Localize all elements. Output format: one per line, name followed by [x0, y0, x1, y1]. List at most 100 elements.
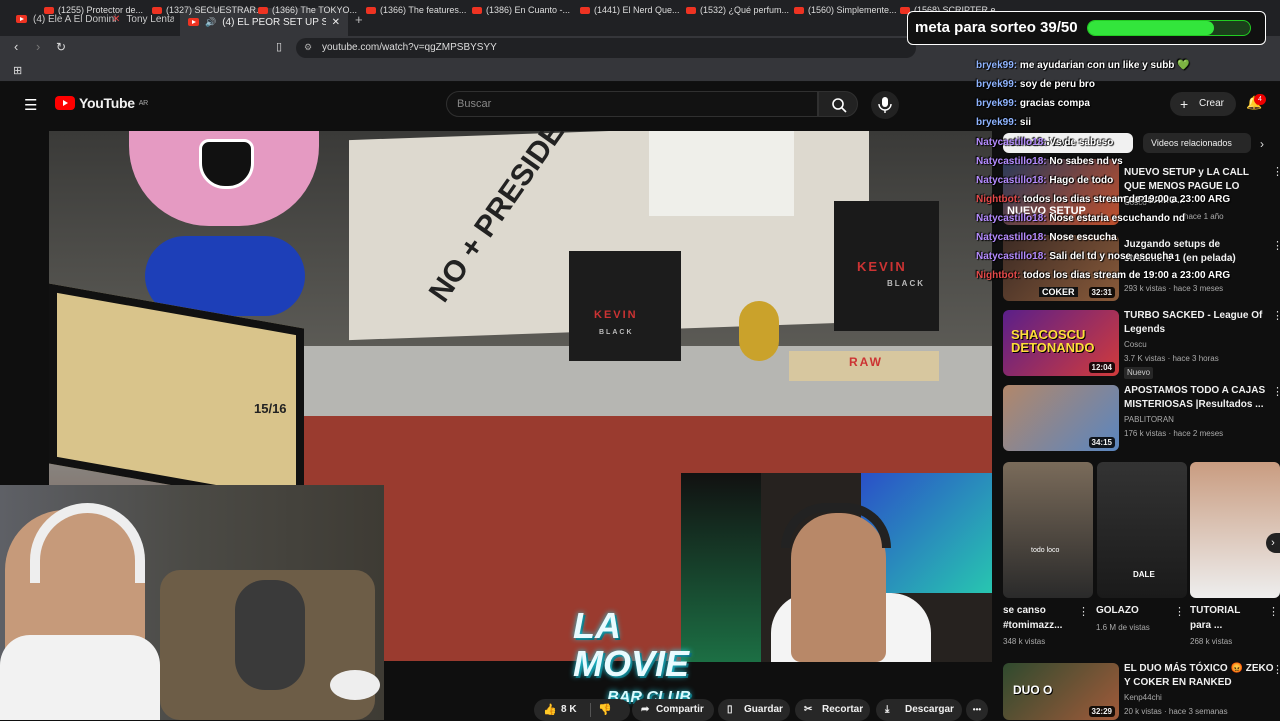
- bookmark-item[interactable]: (1255) Protector de...: [44, 5, 143, 15]
- short-menu-icon[interactable]: ⋮: [1078, 607, 1089, 618]
- short-title[interactable]: TUTORIAL para ...: [1190, 603, 1255, 633]
- chat-user: Nightbot:: [976, 270, 1021, 281]
- video-thumbnail[interactable]: SHACOSCU DETONANDO 12:04: [1003, 310, 1119, 376]
- search-input[interactable]: Buscar: [446, 91, 818, 117]
- tab-label: (4) EL PEOR SET UP SE LLEVA: [222, 16, 326, 28]
- video-menu-icon[interactable]: ⋮: [1272, 665, 1280, 676]
- short-thumbnail[interactable]: DALE: [1097, 462, 1187, 598]
- chat-message: bryek99: sii: [976, 117, 1031, 128]
- bookmark-label: (1366) The TOKYO...: [272, 5, 358, 15]
- video-menu-icon[interactable]: ⋮: [1272, 167, 1280, 178]
- video-meta: 176 k vistas · hace 2 meses: [1124, 429, 1224, 438]
- chat-text: No sabes nd vs: [1049, 156, 1123, 167]
- forward-icon[interactable]: ›: [36, 39, 40, 54]
- search-button[interactable]: [818, 91, 858, 117]
- shorts-next-icon[interactable]: ›: [1266, 533, 1280, 553]
- cap-badge: [199, 139, 254, 189]
- divider: [590, 703, 591, 717]
- thumbs-down-icon[interactable]: 👎: [598, 699, 612, 721]
- chat-message: Natycastillo18: Hago de todo: [976, 175, 1113, 186]
- video-channel[interactable]: Coscu: [1124, 339, 1147, 351]
- clip-label: Recortar: [822, 704, 864, 715]
- youtube-favicon-icon: [44, 6, 54, 14]
- save-icon: ▯: [727, 704, 733, 715]
- video-duration: 32:31: [1088, 287, 1115, 298]
- video-title[interactable]: EL DUO MÁS TÓXICO 😡 ZEKO Y COKER EN RANK…: [1124, 662, 1276, 690]
- bookmark-item[interactable]: (1366) The features...: [366, 5, 466, 15]
- youtube-logo[interactable]: YouTube AR: [55, 95, 148, 111]
- bookmark-item[interactable]: (1441) El Nerd Que...: [580, 5, 680, 15]
- thumbnail-text: DUO O: [1013, 683, 1053, 697]
- youtube-favicon-icon: [188, 18, 199, 26]
- video-scene-figure: [739, 301, 779, 361]
- chat-user: bryek99:: [976, 117, 1018, 128]
- chat-message: Natycastillo18: Vs de sabeso: [976, 137, 1113, 148]
- bookmark-label: (1366) The features...: [380, 5, 467, 15]
- notification-count-badge: 4: [1254, 94, 1266, 105]
- chat-text: soy de peru bro: [1019, 79, 1095, 90]
- chevron-right-icon[interactable]: ›: [1260, 137, 1264, 151]
- webcam-plate: [330, 670, 380, 700]
- bookmark-item[interactable]: (1327) SECUESTRAR...: [152, 5, 264, 15]
- download-label: Descargar: [905, 704, 954, 715]
- video-menu-icon[interactable]: ⋮: [1272, 311, 1280, 322]
- webcam-right: [681, 473, 992, 662]
- video-scene-portraits: [649, 131, 794, 216]
- menu-icon[interactable]: ☰: [24, 96, 37, 114]
- share-label: Compartir: [656, 704, 704, 715]
- reload-icon[interactable]: ↻: [56, 40, 66, 54]
- back-icon[interactable]: ‹: [14, 39, 18, 54]
- youtube-favicon-icon: [258, 6, 268, 14]
- short-title[interactable]: GOLAZO: [1096, 603, 1176, 618]
- close-tab-icon[interactable]: ✕: [332, 17, 340, 28]
- video-duration: 12:04: [1088, 362, 1115, 373]
- chat-text: todos los dias stream de 19:00 a 23:00 A…: [1023, 194, 1231, 205]
- close-tab-icon[interactable]: ✕: [112, 14, 120, 25]
- video-thumbnail[interactable]: 34:15: [1003, 385, 1119, 451]
- save-label: Guardar: [744, 704, 783, 715]
- video-meta: 3.7 K vistas · hace 3 horas: [1124, 354, 1219, 363]
- video-thumbnail[interactable]: COKER 32:31: [1003, 235, 1119, 301]
- bookmark-item[interactable]: (1386) En Cuanto -...: [472, 5, 570, 15]
- share-button[interactable]: ➦ Compartir: [632, 699, 714, 721]
- short-menu-icon[interactable]: ⋮: [1268, 607, 1279, 618]
- short-thumbnail[interactable]: [1190, 462, 1280, 598]
- search-icon: [832, 98, 847, 113]
- bookmark-item[interactable]: (1366) The TOKYO...: [258, 5, 357, 15]
- video-title[interactable]: APOSTAMOS TODO A CAJAS MISTERIOSAS |Resu…: [1124, 384, 1269, 412]
- chat-message: Nightbot: todos los dias stream de 19:00…: [976, 194, 1230, 205]
- video-menu-icon[interactable]: ⋮: [1272, 241, 1280, 252]
- bookmark-item[interactable]: (1560) Simplemente...: [794, 5, 897, 15]
- short-menu-icon[interactable]: ⋮: [1174, 607, 1185, 618]
- bookmark-label: (1386) En Cuanto -...: [486, 5, 571, 15]
- video-title[interactable]: TURBO SACKED - League Of Legends: [1124, 309, 1269, 337]
- short-title[interactable]: se canso #tomimazz...: [1003, 603, 1078, 633]
- chat-user: Natycastillo18:: [976, 175, 1047, 186]
- download-button[interactable]: ⤓ Descargar: [876, 699, 962, 721]
- like-count[interactable]: 8 K: [561, 699, 577, 721]
- short-views: 1.6 M de vistas: [1096, 623, 1150, 632]
- site-info-icon[interactable]: ⚙: [304, 42, 312, 53]
- create-button[interactable]: + Crear: [1170, 92, 1236, 116]
- chat-message: bryek99: me ayudarian con un like y subb…: [976, 60, 1190, 71]
- apps-grid-icon[interactable]: ⊞: [13, 64, 22, 77]
- webcam-person-reading: [235, 580, 305, 690]
- more-actions-button[interactable]: •••: [966, 699, 988, 721]
- chat-text: todos los dias stream de 19:00 a 23:00 A…: [1023, 270, 1231, 281]
- download-icon: ⤓: [885, 704, 890, 715]
- chip-related-videos[interactable]: Videos relacionados: [1143, 133, 1251, 153]
- plus-icon: +: [1180, 96, 1189, 112]
- clip-button[interactable]: ✂ Recortar: [795, 699, 870, 721]
- save-button[interactable]: ▯ Guardar: [718, 699, 790, 721]
- video-channel[interactable]: PABLITORAN: [1124, 414, 1174, 426]
- short-thumbnail[interactable]: todo loco: [1003, 462, 1093, 598]
- voice-search-button[interactable]: [871, 91, 899, 119]
- microphone-icon: [878, 97, 892, 113]
- video-menu-icon[interactable]: ⋮: [1272, 387, 1280, 398]
- video-thumbnail[interactable]: DUO O 32:29: [1003, 663, 1119, 720]
- thumbs-up-icon[interactable]: 👍: [543, 699, 557, 721]
- bookmark-icon[interactable]: ▯: [276, 40, 282, 53]
- video-channel[interactable]: Kenp44chi: [1124, 692, 1162, 704]
- address-bar[interactable]: youtube.com/watch?v=qgZMPSBYSYY: [296, 38, 916, 58]
- bookmark-item[interactable]: (1532) ¿Qué perfum...: [686, 5, 789, 15]
